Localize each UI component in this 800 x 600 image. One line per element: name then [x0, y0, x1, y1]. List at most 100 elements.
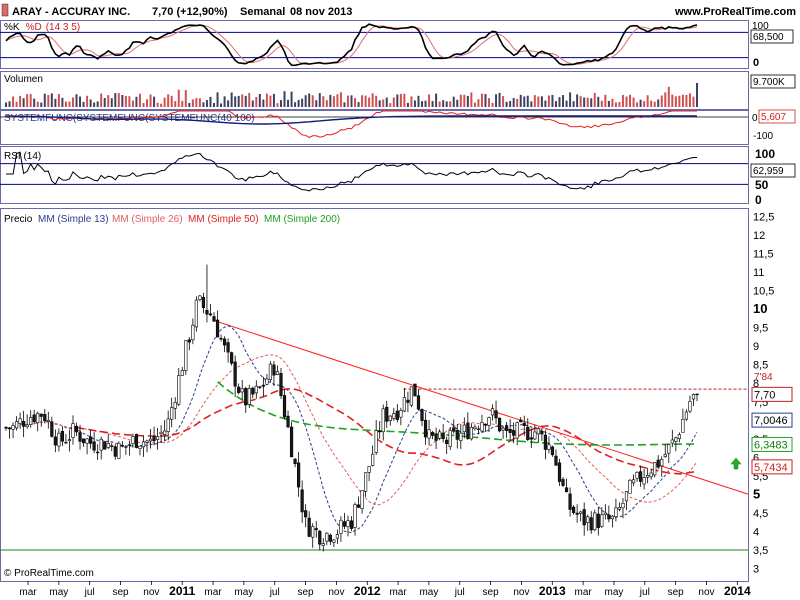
volume-bar [124, 95, 127, 107]
candle [483, 423, 488, 432]
volume-bar [399, 93, 402, 107]
x-tick-label: may [49, 587, 68, 598]
x-tick-label: jul [269, 587, 280, 598]
rsi-label: RSI (14) [4, 151, 41, 162]
volume-bar [674, 96, 677, 107]
candle [593, 509, 597, 532]
candle [462, 417, 466, 439]
svg-text:%K%D(14 3 5): %K %D (14 3 5) [4, 22, 80, 33]
candle-body [388, 415, 392, 421]
candle [148, 428, 153, 449]
candle-body [621, 502, 625, 509]
volume-bar [22, 98, 25, 107]
volume-bar [565, 100, 568, 107]
volume-bar [421, 101, 424, 107]
volume-bar [262, 99, 265, 107]
volume-bar [417, 95, 420, 107]
candle [691, 393, 696, 407]
volume-bar [540, 96, 543, 107]
candle-body [240, 388, 244, 393]
candle [501, 425, 505, 439]
x-tick-label: mar [389, 587, 407, 598]
y-tick-label: 10 [753, 301, 767, 316]
volume-bar [258, 93, 261, 107]
volume-bar [547, 95, 550, 107]
candle-body [89, 436, 93, 444]
volume-bar [248, 92, 251, 107]
candle [617, 502, 622, 512]
candle-body [254, 385, 258, 394]
candle [67, 430, 72, 452]
system-scale-0: 0 [752, 113, 758, 124]
candle [466, 412, 470, 440]
volume-bar [276, 103, 279, 107]
header-site: www.ProRealTime.com [674, 6, 796, 18]
volume-bar [530, 101, 533, 107]
frame-price [0, 208, 749, 582]
volume-bar [294, 102, 297, 107]
candle-body [515, 422, 519, 439]
volume-bar [29, 94, 32, 107]
volume-bar [227, 100, 230, 107]
candle [677, 432, 681, 443]
candle-body [497, 417, 502, 432]
volume-bar [170, 95, 173, 107]
candle [194, 296, 198, 332]
candle [508, 419, 512, 441]
volume-label: Volumen [4, 74, 43, 85]
volume-bar [502, 96, 505, 107]
candle-body [617, 507, 622, 510]
candle-body [371, 453, 375, 466]
candle-body [459, 432, 463, 441]
candle-body [610, 515, 614, 520]
candle-body [230, 352, 234, 364]
candle-body [57, 432, 61, 447]
candle-body [173, 402, 177, 409]
volume-bar [396, 94, 399, 107]
volume-bar [82, 101, 85, 107]
y-tick-label: 12,5 [753, 212, 774, 224]
volume-bar [138, 93, 141, 107]
candle-body [163, 430, 167, 435]
x-tick-label: sep [483, 587, 500, 598]
candle-body [536, 428, 540, 435]
candle-body [462, 424, 466, 433]
y-tick-label: 9 [753, 341, 759, 353]
candle [39, 413, 43, 427]
candle [441, 424, 445, 443]
candle-body [25, 424, 29, 427]
stoch-d-line [5, 24, 698, 65]
x-tick-label: mar [204, 587, 222, 598]
candle-body [635, 471, 639, 479]
candle-body [554, 455, 558, 466]
candle-body [219, 338, 223, 340]
candle-body [22, 420, 26, 427]
candle [536, 426, 540, 443]
candle [208, 303, 213, 317]
legend-item: MM (Simple 200) [264, 214, 340, 225]
volume-bar [491, 102, 494, 107]
volume-bar [442, 100, 445, 107]
candle-body [244, 388, 248, 406]
candle-body [177, 375, 181, 405]
volume-bar [15, 101, 18, 107]
x-tick-label: sep [297, 587, 314, 598]
candle-body [614, 507, 618, 518]
volume-bar [103, 98, 106, 107]
x-tick-label: mar [19, 587, 37, 598]
candle-body [688, 401, 692, 412]
candle [272, 361, 276, 387]
candle-body [568, 493, 572, 510]
candle [663, 444, 667, 458]
volume-bar [184, 90, 187, 107]
volume-bar [36, 101, 39, 107]
candle [607, 505, 611, 523]
y-tick-label: 3,5 [753, 545, 768, 557]
candle-body [67, 439, 72, 442]
x-tick-label: nov [698, 587, 714, 598]
frame-rsi [0, 146, 749, 204]
candle-body [297, 462, 301, 488]
candle-body [339, 519, 343, 534]
candle [159, 425, 163, 444]
volume-bar [318, 93, 321, 107]
